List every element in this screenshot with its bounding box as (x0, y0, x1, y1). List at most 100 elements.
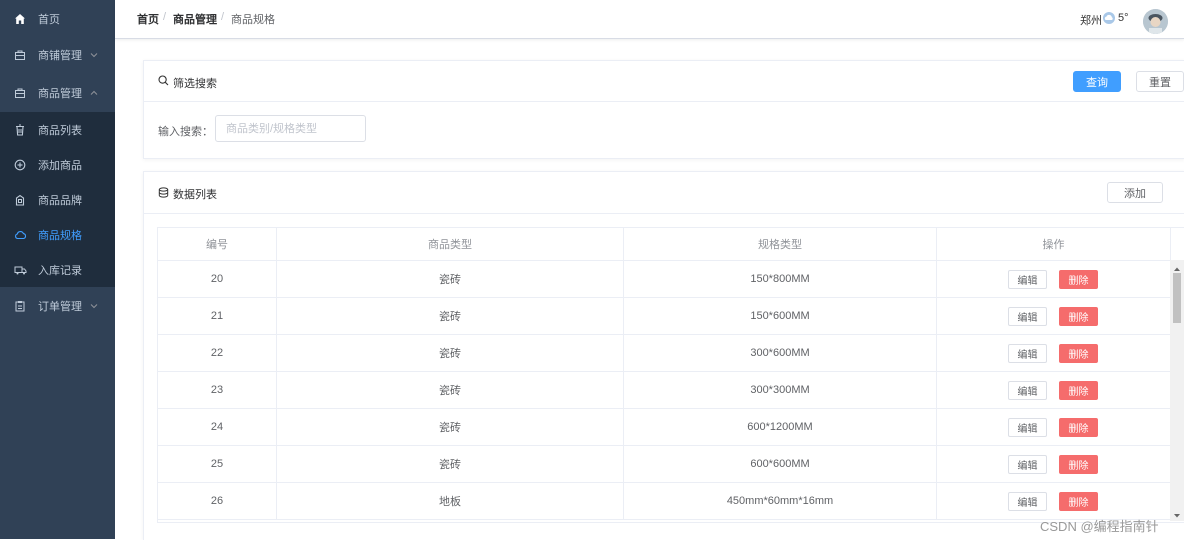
cell-spec-type: 600*1200MM (624, 409, 937, 445)
table-row: 26 地板 450mm*60mm*16mm 编辑 删除 (158, 483, 1171, 520)
delete-button[interactable]: 删除 (1059, 381, 1098, 400)
delete-button[interactable]: 删除 (1059, 344, 1098, 363)
edit-button[interactable]: 编辑 (1008, 307, 1047, 326)
table-row: 25 瓷砖 600*600MM 编辑 删除 (158, 446, 1171, 483)
top-header (115, 0, 1184, 39)
sidebar-item-goods-brand[interactable]: 商品品牌 (0, 182, 115, 217)
cell-actions: 编辑 删除 (937, 335, 1171, 371)
cloud-icon (13, 228, 27, 242)
sidebar-item-store-management[interactable]: 商铺管理 (0, 36, 115, 74)
sidebar-item-label: 商铺管理 (38, 50, 82, 62)
sidebar-item-add-goods[interactable]: 添加商品 (0, 147, 115, 182)
cell-goods-type: 地板 (277, 483, 624, 519)
cell-spec-type: 300*300MM (624, 372, 937, 408)
sidebar-item-home[interactable]: 首页 (0, 0, 115, 38)
search-input[interactable] (215, 115, 366, 142)
plus-circle-icon (13, 158, 27, 172)
cell-spec-type: 300*600MM (624, 335, 937, 371)
user-avatar[interactable] (1143, 9, 1168, 34)
search-icon (158, 75, 169, 89)
cell-goods-type: 瓷砖 (277, 261, 624, 297)
cell-spec-type: 150*600MM (624, 298, 937, 334)
scrollbar-thumb[interactable] (1173, 273, 1181, 323)
cell-id: 25 (158, 446, 277, 482)
chevron-up-icon (90, 89, 98, 97)
order-icon (13, 299, 27, 313)
watermark: CSDN @编程指南针 (1040, 519, 1159, 534)
cell-actions: 编辑 删除 (937, 409, 1171, 445)
weather-temperature: 5° (1118, 12, 1129, 24)
breadcrumb-goods-management[interactable]: 商品管理 (173, 11, 217, 27)
truck-icon (13, 263, 27, 277)
sidebar-item-label: 商品列表 (38, 124, 82, 137)
sidebar-item-goods-spec[interactable]: 商品规格 (0, 217, 115, 252)
cell-actions: 编辑 删除 (937, 483, 1171, 519)
sidebar-item-label: 商品管理 (38, 88, 82, 100)
edit-button[interactable]: 编辑 (1008, 381, 1047, 400)
breadcrumb-home[interactable]: 首页 (137, 11, 159, 27)
store-icon (13, 48, 27, 62)
edit-button[interactable]: 编辑 (1008, 455, 1047, 474)
sidebar-item-label: 添加商品 (38, 159, 82, 172)
cell-goods-type: 瓷砖 (277, 298, 624, 334)
add-button[interactable]: 添加 (1107, 182, 1163, 203)
goods-icon (13, 86, 27, 100)
search-label: 输入搜索： (158, 126, 213, 138)
cell-id: 26 (158, 483, 277, 519)
scroll-down-icon[interactable] (1173, 510, 1181, 522)
delete-button[interactable]: 删除 (1059, 418, 1098, 437)
delete-button[interactable]: 删除 (1059, 455, 1098, 474)
edit-button[interactable]: 编辑 (1008, 418, 1047, 437)
home-icon (13, 12, 27, 26)
breadcrumb-current: 商品规格 (231, 14, 275, 26)
reset-button[interactable]: 重置 (1136, 71, 1184, 92)
sidebar-item-label: 商品品牌 (38, 194, 82, 207)
database-icon (158, 187, 169, 201)
brand-icon (13, 193, 27, 207)
query-button[interactable]: 查询 (1073, 71, 1121, 92)
column-header-id: 编号 (158, 228, 277, 261)
filter-card-header: 筛选搜索 查询 重置 (144, 61, 1184, 102)
sidebar-item-label: 入库记录 (38, 264, 82, 277)
table-row: 22 瓷砖 300*600MM 编辑 删除 (158, 335, 1171, 372)
table-row: 20 瓷砖 150*800MM 编辑 删除 (158, 261, 1171, 298)
sidebar-item-label: 首页 (38, 14, 60, 26)
breadcrumb-separator: / (221, 11, 225, 23)
cell-id: 23 (158, 372, 277, 408)
cell-goods-type: 瓷砖 (277, 335, 624, 371)
cell-id: 24 (158, 409, 277, 445)
spec-table: 编号 商品类型 规格类型 操作 20 瓷砖 150*800MM 编辑 删除 21 瓷砖 150… (157, 227, 1184, 523)
sidebar: 首页 商铺管理 商品管理 商品列表 添加商品 商品品牌 商品规格 入库记录 订单… (0, 0, 115, 539)
chevron-down-icon (90, 302, 98, 310)
cell-goods-type: 瓷砖 (277, 446, 624, 482)
table-row: 24 瓷砖 600*1200MM 编辑 删除 (158, 409, 1171, 446)
chevron-down-icon (90, 51, 98, 59)
cell-goods-type: 瓷砖 (277, 409, 624, 445)
cell-id: 21 (158, 298, 277, 334)
cell-spec-type: 600*600MM (624, 446, 937, 482)
delete-button[interactable]: 删除 (1059, 307, 1098, 326)
cell-actions: 编辑 删除 (937, 372, 1171, 408)
filter-card: 筛选搜索 查询 重置 输入搜索： (143, 60, 1184, 159)
filter-title: 筛选搜索 (173, 78, 217, 90)
sidebar-item-goods-management[interactable]: 商品管理 (0, 74, 115, 112)
breadcrumb-separator: / (163, 11, 167, 23)
cell-spec-type: 150*800MM (624, 261, 937, 297)
sidebar-item-stock-records[interactable]: 入库记录 (0, 252, 115, 287)
weather-icon (1102, 11, 1116, 25)
edit-button[interactable]: 编辑 (1008, 492, 1047, 511)
sidebar-item-label: 商品规格 (38, 229, 82, 242)
column-header-actions: 操作 (937, 228, 1171, 261)
table-row: 23 瓷砖 300*300MM 编辑 删除 (158, 372, 1171, 409)
cell-id: 20 (158, 261, 277, 297)
edit-button[interactable]: 编辑 (1008, 344, 1047, 363)
edit-button[interactable]: 编辑 (1008, 270, 1047, 289)
cell-actions: 编辑 删除 (937, 261, 1171, 297)
sidebar-item-goods-list[interactable]: 商品列表 (0, 112, 115, 147)
cell-actions: 编辑 删除 (937, 446, 1171, 482)
list-icon (13, 123, 27, 137)
table-scrollbar[interactable] (1170, 260, 1184, 521)
sidebar-item-order-management[interactable]: 订单管理 (0, 287, 115, 325)
delete-button[interactable]: 删除 (1059, 270, 1098, 289)
delete-button[interactable]: 删除 (1059, 492, 1098, 511)
